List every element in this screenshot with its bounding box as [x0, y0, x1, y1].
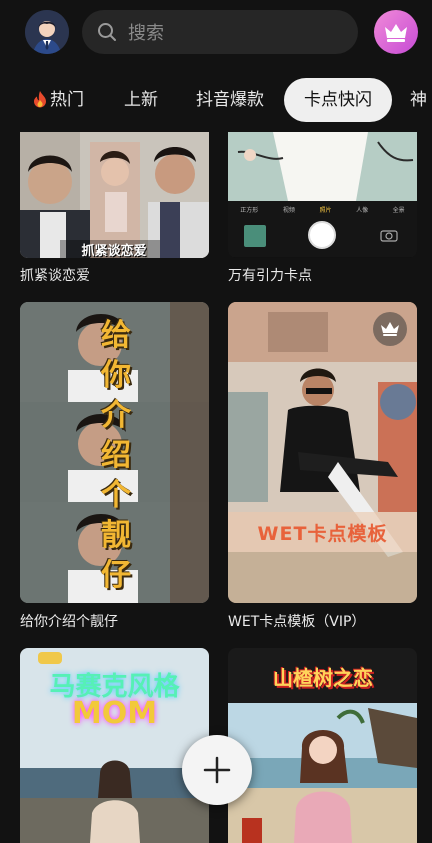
search-icon — [98, 23, 116, 41]
template-thumbnail: 山楂树之恋 — [228, 648, 417, 843]
thumbnail-overlay-text: WET卡点模板 — [228, 512, 417, 552]
create-button[interactable] — [182, 735, 252, 805]
fire-icon — [34, 91, 46, 108]
template-title: WET卡点模板（VIP） — [228, 614, 366, 630]
shutter-icon — [308, 221, 336, 249]
overlay-char: 你 — [101, 358, 131, 393]
camera-mode: 人像 — [356, 207, 369, 214]
template-thumbnail: 正方形 视频 照片 人像 全景 — [228, 132, 417, 258]
template-title: 万有引力卡点 — [228, 268, 312, 284]
camera-mode: 正方形 — [240, 207, 259, 214]
tab-new[interactable]: 上新 — [124, 78, 158, 122]
gallery-thumbnail — [244, 225, 266, 247]
camera-mode: 视频 — [282, 207, 295, 214]
camera-mode: 全景 — [392, 207, 405, 214]
overlay-char: 给 — [101, 318, 131, 353]
category-tabs: 热门 上新 抖音爆款 卡点快闪 神 — [0, 78, 432, 122]
tab-more-label: 神 — [410, 90, 427, 110]
tab-douyin-hits-label: 抖音爆款 — [196, 90, 264, 110]
overlay-char: 介 — [101, 398, 131, 433]
search-placeholder: 搜索 — [128, 23, 164, 44]
template-title: 抓紧谈恋爱 — [20, 268, 90, 284]
overlay-char: 靓 — [101, 518, 131, 553]
tab-beat-flash[interactable]: 卡点快闪 — [284, 78, 392, 122]
vip-badge — [373, 312, 407, 346]
flip-camera-icon — [380, 230, 398, 242]
thumbnail-overlay-text: 给 你 介 绍 个 靓 仔 — [98, 316, 134, 596]
search-bar[interactable]: 搜索 — [82, 10, 358, 54]
plus-icon — [203, 756, 231, 784]
camera-interface: 正方形 视频 照片 人像 全景 — [228, 201, 417, 257]
template-thumbnail: WET卡点模板 — [228, 302, 417, 603]
camera-mode-list: 正方形 视频 照片 人像 全景 — [228, 205, 417, 214]
tab-beat-flash-label: 卡点快闪 — [304, 90, 372, 110]
tab-douyin-hits[interactable]: 抖音爆款 — [196, 78, 264, 122]
template-thumbnail: 抓紧谈恋爱 — [20, 132, 209, 258]
thumbnail-overlay-text: 山楂树之恋 — [273, 665, 373, 690]
vip-button[interactable] — [374, 10, 418, 54]
camera-mode: 照片 — [319, 207, 332, 214]
thumbnail-overlay-subtext: MOM — [71, 696, 158, 731]
vip-crown-icon — [381, 322, 399, 336]
tab-new-label: 上新 — [124, 90, 158, 110]
tab-hot-label: 热门 — [50, 90, 84, 110]
template-title: 给你介绍个靓仔 — [20, 614, 118, 630]
overlay-char: 绍 — [101, 438, 131, 473]
avatar[interactable] — [25, 10, 69, 54]
avatar-icon — [25, 10, 69, 54]
overlay-char: 个 — [101, 478, 131, 513]
template-thumbnail: 马赛克风格 MOM — [20, 648, 209, 843]
tab-more[interactable]: 神 — [410, 78, 427, 122]
thumbnail-overlay-text: 抓紧谈恋爱 — [81, 244, 147, 258]
template-thumbnail: 给 你 介 绍 个 靓 仔 — [20, 302, 209, 603]
overlay-char: 仔 — [101, 558, 131, 593]
crown-icon — [385, 24, 407, 42]
tab-hot[interactable]: 热门 — [32, 78, 84, 122]
top-bar: 搜索 — [0, 0, 432, 68]
